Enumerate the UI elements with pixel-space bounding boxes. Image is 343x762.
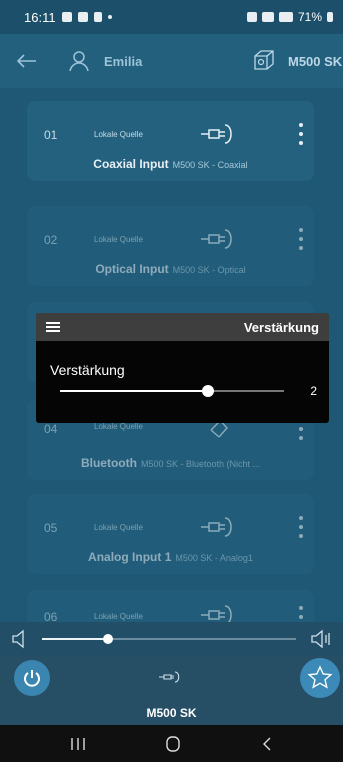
status-time: 16:11 — [24, 9, 56, 25]
source-card-coaxial[interactable]: 01 Lokale Quelle Coaxial Input M500 SK - … — [27, 101, 314, 181]
volume-bar — [0, 622, 343, 656]
gain-slider-thumb[interactable] — [201, 385, 214, 397]
system-nav-bar — [0, 725, 343, 762]
more-notifications-icon — [107, 15, 112, 19]
source-number: 01 — [44, 128, 58, 142]
user-icon[interactable] — [68, 50, 90, 72]
source-name: Optical Input — [95, 262, 169, 276]
source-type: Lokale Quelle — [94, 235, 143, 244]
source-name: Coaxial Input — [93, 157, 169, 171]
player-device-name: M500 SK — [146, 706, 197, 720]
volume-low-icon[interactable] — [10, 629, 30, 649]
gain-dialog-title: Verstärkung — [243, 319, 319, 335]
player-bar: M500 SK — [0, 656, 343, 725]
source-number: 06 — [44, 610, 58, 622]
source-number: 02 — [44, 233, 58, 247]
more-options-icon[interactable] — [298, 606, 304, 622]
source-card-analog1[interactable]: 05 Lokale Quelle Analog Input 1 M500 SK -… — [27, 494, 314, 574]
source-card-06[interactable]: 06 Lokale Quelle — [27, 590, 314, 622]
device-name[interactable]: M500 SK — [288, 54, 342, 69]
alarm-icon — [246, 12, 257, 22]
source-type: Lokale Quelle — [94, 523, 143, 532]
speaker-device-icon[interactable] — [252, 48, 276, 72]
more-options-icon[interactable] — [298, 516, 304, 538]
signal-icon — [278, 12, 293, 22]
volume-slider-thumb[interactable] — [103, 634, 114, 644]
status-bar: 16:11 71% — [0, 0, 343, 34]
source-description: M500 SK - Bluetooth (Nicht ... — [140, 459, 261, 469]
back-icon[interactable] — [260, 736, 274, 752]
gain-value: 2 — [310, 384, 317, 398]
gain-dialog: Verstärkung Verstärkung 2 — [36, 313, 329, 423]
app-notification-icon — [93, 12, 102, 22]
volume-slider-fill — [42, 638, 109, 640]
wifi-icon — [261, 12, 274, 22]
star-icon — [307, 665, 333, 689]
favorite-button[interactable] — [300, 658, 340, 698]
source-name: Bluetooth — [80, 456, 137, 470]
source-description: M500 SK - Optical — [172, 265, 246, 275]
notification-icon — [61, 12, 72, 22]
source-number: 04 — [44, 422, 58, 436]
cable-plug-icon — [201, 229, 232, 249]
source-name: Analog Input 1 — [88, 550, 172, 564]
power-button[interactable] — [14, 660, 50, 696]
user-name[interactable]: Emilia — [104, 54, 142, 69]
recent-apps-icon[interactable] — [69, 736, 87, 752]
gain-dialog-titlebar: Verstärkung — [36, 313, 329, 341]
cable-plug-icon — [201, 124, 232, 144]
volume-slider[interactable] — [42, 634, 296, 644]
power-icon — [24, 670, 40, 687]
gain-slider[interactable] — [60, 385, 284, 397]
cable-plug-icon — [201, 605, 232, 622]
message-icon — [77, 12, 88, 22]
source-description: M500 SK - Analog1 — [175, 553, 253, 563]
more-options-icon[interactable] — [298, 228, 304, 250]
source-card-optical[interactable]: 02 Lokale Quelle Optical Input M500 SK - … — [27, 206, 314, 286]
more-options-icon[interactable] — [298, 123, 304, 145]
cable-plug-icon — [201, 517, 232, 537]
battery-icon — [327, 12, 333, 22]
back-arrow-icon[interactable] — [14, 48, 40, 74]
gain-label: Verstärkung — [50, 362, 125, 378]
app-header: Emilia M500 SK — [0, 34, 343, 88]
source-description: M500 SK - Coaxial — [172, 160, 248, 170]
home-icon[interactable] — [164, 735, 182, 753]
source-number: 05 — [44, 521, 58, 535]
volume-high-icon[interactable] — [309, 629, 333, 649]
battery-level: 71% — [297, 10, 322, 24]
source-type: Lokale Quelle — [94, 130, 143, 139]
gain-slider-fill — [60, 390, 208, 392]
source-type: Lokale Quelle — [94, 612, 143, 621]
hamburger-menu-icon[interactable] — [46, 322, 60, 332]
source-type: Lokale Quelle — [94, 422, 143, 431]
cable-plug-icon — [159, 671, 180, 683]
